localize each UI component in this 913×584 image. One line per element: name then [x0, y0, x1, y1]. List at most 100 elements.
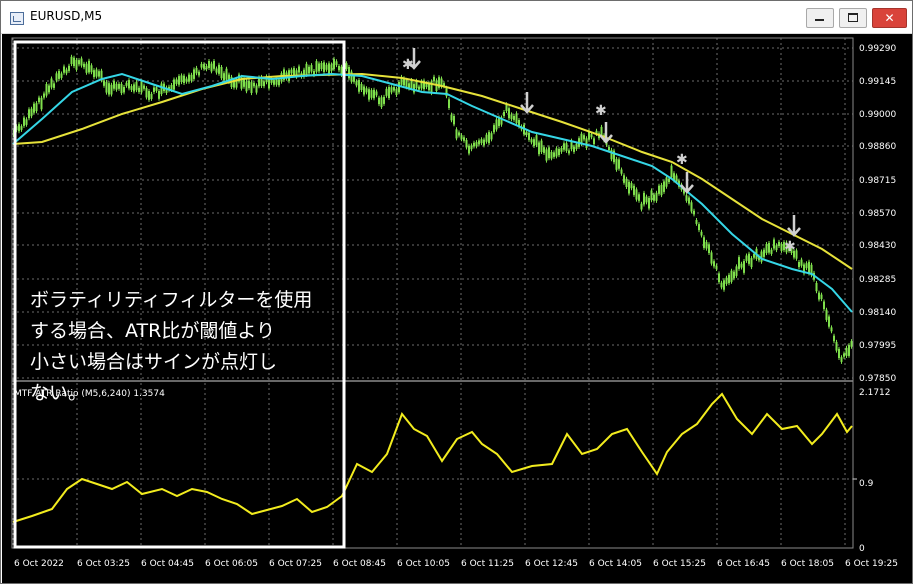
price-bar [368, 89, 370, 100]
price-bar [143, 85, 145, 89]
price-bar [105, 81, 108, 93]
price-bar [150, 93, 153, 99]
price-bar [20, 126, 23, 130]
price-bar [58, 71, 60, 79]
price-bar [160, 83, 163, 95]
price-bar [43, 93, 45, 98]
price-bar [775, 245, 778, 251]
price-bar [120, 83, 123, 94]
price-bar [765, 244, 768, 254]
price-bar [30, 108, 33, 117]
price-bar [568, 150, 570, 154]
time-tick: 6 Oct 06:05 [205, 559, 258, 569]
price-bar [245, 81, 248, 92]
price-bar [410, 80, 413, 89]
price-bar [200, 63, 203, 68]
price-bar [48, 85, 50, 93]
maximize-button[interactable] [839, 8, 867, 28]
price-bar [620, 169, 623, 174]
price-tick: 0.98570 [859, 209, 896, 219]
title-bar[interactable]: EURUSD,M5 ✕ [1, 1, 912, 34]
price-bar [710, 252, 713, 264]
price-bar [543, 147, 545, 153]
price-bar [738, 257, 740, 269]
price-bar [103, 80, 105, 86]
price-bar [195, 67, 198, 74]
price-bar [40, 97, 43, 110]
price-bar [123, 87, 125, 93]
time-tick: 6 Oct 04:45 [141, 559, 194, 569]
close-icon: ✕ [884, 11, 895, 25]
price-bar [660, 184, 663, 196]
price-bar [838, 348, 840, 358]
price-bar [383, 96, 385, 104]
price-bar [533, 139, 535, 147]
close-button[interactable]: ✕ [872, 8, 907, 28]
price-bar [450, 114, 453, 121]
price-bar [700, 231, 703, 236]
price-bar [198, 71, 200, 76]
time-tick: 6 Oct 14:05 [589, 559, 642, 569]
price-bar [668, 178, 670, 182]
price-bar [840, 357, 843, 362]
price-bar [640, 203, 643, 210]
price-bar [490, 133, 493, 140]
price-bar [178, 76, 180, 85]
price-bar [638, 194, 640, 201]
chart-area[interactable]: ✱ ✱ ✱ ✱ 0.99290 0.99145 0.99000 0.98860 0.9… [2, 34, 912, 583]
time-tick: 6 Oct 11:25 [461, 559, 514, 569]
time-tick: 6 Oct 07:25 [269, 559, 322, 569]
price-bar [53, 83, 55, 88]
time-tick: 6 Oct 2022 [14, 559, 64, 569]
price-bar [535, 135, 538, 146]
price-bar [643, 192, 645, 205]
price-bar [558, 149, 560, 156]
price-bar [805, 263, 808, 269]
annotation-text: ボラティリティフィルターを使用 する場合、ATR比が閾値より 小さい場合はサイン… [30, 285, 340, 409]
price-bar [475, 142, 478, 147]
price-bar [310, 65, 313, 72]
price-bar [648, 198, 650, 209]
price-bar [218, 64, 220, 74]
price-bar [70, 56, 73, 64]
price-bar [55, 73, 58, 81]
price-bar [653, 194, 655, 201]
price-bar [263, 81, 265, 87]
price-bar [363, 86, 365, 95]
price-bar [503, 112, 505, 116]
price-tick: 0.98285 [859, 275, 896, 285]
price-bar [850, 341, 853, 347]
price-bar [658, 185, 660, 194]
price-bar [180, 75, 183, 82]
price-bar [155, 87, 158, 91]
price-bar [173, 79, 175, 90]
price-bar [465, 140, 468, 148]
price-bar [530, 139, 533, 143]
price-bar [483, 139, 485, 146]
price-bar [685, 195, 688, 201]
price-bar [375, 91, 378, 96]
price-bar [248, 80, 250, 89]
price-bar [468, 145, 470, 154]
price-bar [545, 149, 548, 161]
price-bar [95, 69, 98, 77]
price-bar [623, 175, 625, 183]
price-bar [495, 119, 498, 130]
minimize-button[interactable] [806, 8, 834, 28]
atr-ratio-line [12, 392, 853, 523]
price-bar [175, 79, 178, 84]
price-bar [25, 119, 28, 125]
price-bar [335, 61, 338, 66]
price-bar [63, 66, 65, 73]
price-bar [795, 250, 798, 259]
price-bar [583, 135, 585, 140]
price-bar [345, 63, 348, 70]
price-bar [395, 88, 398, 95]
price-bar [768, 243, 770, 253]
arrow-down-icon [520, 92, 534, 114]
price-bar [205, 65, 208, 70]
price-bar [88, 60, 90, 73]
price-bar [670, 165, 673, 178]
price-bar [225, 68, 228, 80]
price-tick: 0.97850 [859, 374, 896, 384]
